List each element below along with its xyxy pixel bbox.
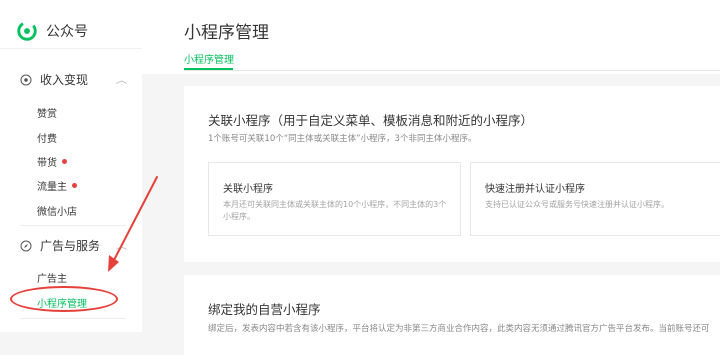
notification-dot	[72, 183, 77, 188]
sidebar-item-traffic-owner[interactable]: 流量主	[37, 178, 77, 193]
notification-dot	[62, 159, 67, 164]
sidebar-item-appreciation[interactable]: 赞赏	[37, 105, 57, 120]
monetization-icon	[20, 74, 32, 85]
own-miniprogram-card: 绑定我的自营小程序 绑定后，发表内容中若含有该小程序，平台将认定为非第三方商业合…	[184, 275, 720, 355]
page-header: 小程序管理 小程序管理	[142, 0, 720, 74]
sidebar-item-label: 广告主	[37, 274, 67, 285]
sidebar-group-ads-services[interactable]: 广告与服务 ︿	[20, 237, 128, 254]
tab-bar-divider	[184, 70, 720, 71]
link-miniprogram-option[interactable]: 关联小程序 本月还可关联同主体或关联主体的10个小程序，不同主体的3个小程序。	[208, 162, 461, 236]
option-description: 支持已认证公众号或服务号快速注册并认证小程序。	[485, 200, 669, 209]
sidebar-item-paid[interactable]: 付费	[37, 130, 57, 145]
sidebar-divider	[0, 48, 142, 49]
sidebar-group-monetization[interactable]: 收入变现 ︿	[20, 71, 128, 88]
sidebar-item-advertiser[interactable]: 广告主	[37, 270, 67, 285]
compass-icon	[20, 240, 32, 251]
sidebar-item-label: 微信小店	[37, 207, 77, 218]
page-title: 小程序管理	[184, 23, 269, 43]
wechat-official-account-icon	[17, 21, 37, 41]
sidebar-item-label: 流量主	[37, 182, 67, 193]
sidebar-item-label: 赞赏	[37, 109, 57, 120]
quick-register-option[interactable]: 快速注册并认证小程序 支持已认证公众号或服务号快速注册并认证小程序。	[470, 162, 720, 236]
sidebar: 公众号 收入变现 ︿ 赞赏 付费 带货 流量主 微信小店 广告与服务 ︿ 广告主	[0, 0, 142, 332]
option-title: 快速注册并认证小程序	[485, 184, 585, 195]
sidebar-group-label: 收入变现	[40, 73, 89, 87]
highlight-circle-annotation	[10, 286, 118, 312]
option-title: 关联小程序	[223, 184, 273, 195]
card-title: 关联小程序（用于自定义菜单、模板消息和附近的小程序）	[208, 113, 534, 128]
sidebar-item-wechat-store[interactable]: 微信小店	[37, 203, 77, 218]
sidebar-item-sales[interactable]: 带货	[37, 154, 67, 169]
app-logo[interactable]: 公众号	[16, 20, 88, 42]
app-name: 公众号	[46, 24, 88, 40]
sidebar-item-label: 带货	[37, 158, 57, 169]
card-description: 绑定后，发表内容中若含有该小程序，平台将认定为非第三方商业合作内容，此类内容无须…	[208, 324, 710, 334]
option-description: 本月还可关联同主体或关联主体的10个小程序，不同主体的3个小程序。	[223, 200, 447, 221]
link-miniprogram-card: 关联小程序（用于自定义菜单、模板消息和附近的小程序） 1个账号可关联10个“同主…	[184, 86, 720, 262]
card-description: 1个账号可关联10个“同主体或关联主体”小程序，3个非同主体小程序。	[208, 134, 477, 144]
chevron-up-icon: ︿	[115, 76, 128, 86]
card-title: 绑定我的自营小程序	[208, 302, 321, 317]
sidebar-group-label: 广告与服务	[40, 239, 101, 253]
chevron-up-icon: ︿	[115, 242, 128, 252]
sidebar-separator	[20, 318, 126, 319]
sidebar-separator	[20, 225, 126, 226]
tab-miniprogram-management[interactable]: 小程序管理	[184, 51, 234, 66]
sidebar-item-label: 付费	[37, 134, 57, 145]
